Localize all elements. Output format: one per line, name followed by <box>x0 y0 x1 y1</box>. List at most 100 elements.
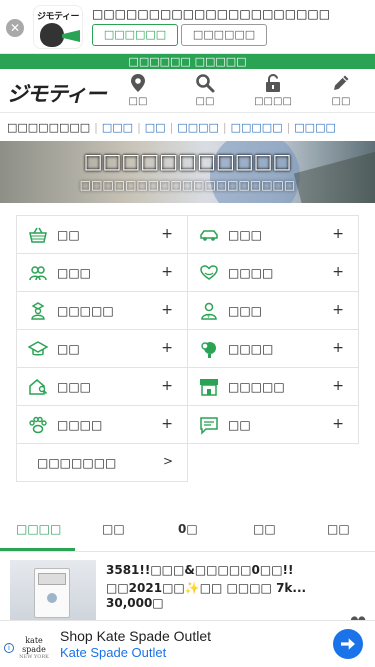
tab-local[interactable]: □□ <box>253 522 276 536</box>
category-item[interactable]: □□□□□ + <box>188 368 359 406</box>
tab-new[interactable]: □□□□ <box>16 522 61 536</box>
listing-title[interactable]: 3581!!□□□&□□□□□0□□!!□□2021□□✨□□ □□□□ 7k.… <box>106 561 366 597</box>
expand-icon[interactable]: + <box>161 416 173 432</box>
washer-dial <box>47 593 57 603</box>
more-categories-button[interactable]: □□□□□□□ > <box>17 444 188 482</box>
listing-tabs: □□□□ □□ 0□ □□ □□ <box>0 514 375 552</box>
open-app-button[interactable]: □□□□□□ <box>181 24 267 46</box>
category-item[interactable]: □□ + <box>17 216 188 254</box>
grid-empty-cell <box>188 444 359 482</box>
category-label: □□□□□ <box>57 304 114 318</box>
ad-brand-sub: NEW YORK <box>19 654 49 660</box>
expand-icon[interactable]: + <box>161 302 173 318</box>
site-logo[interactable]: ジモティー <box>7 78 107 108</box>
ad-subline[interactable]: Kate Spade Outlet <box>60 645 166 660</box>
hero-banner[interactable]: □□□□□□□□□□□ □□□□□□□□□□□□□□□□□□□ <box>0 141 375 203</box>
nav-area[interactable]: □□ <box>118 73 158 107</box>
people-icon <box>29 266 47 281</box>
teacher-icon <box>31 302 45 320</box>
category-item[interactable]: □□□ + <box>188 216 359 254</box>
category-item[interactable]: □□□□□ + <box>17 292 188 330</box>
category-item[interactable]: □□ + <box>188 406 359 444</box>
chevron-right-icon: > <box>162 454 173 468</box>
washer-lid <box>38 573 66 585</box>
ad-banner[interactable]: i kate spade NEW YORK Shop Kate Spade Ou… <box>0 620 375 667</box>
category-strip-first[interactable]: □□□□□□□□ <box>7 121 90 134</box>
category-item[interactable]: □□□□ + <box>188 330 359 368</box>
ad-brand-name: kate spade <box>22 636 46 654</box>
nav-post[interactable]: □□ <box>321 73 361 107</box>
banner-title: □□□□□□□□□□□□□□□□□□□□□ <box>92 7 331 21</box>
tab-recommended[interactable]: □□ <box>327 522 350 536</box>
category-label: □□□□ <box>228 342 274 356</box>
graduation-cap-icon <box>28 341 48 356</box>
notice-bar[interactable]: □□□□□□ □□□□□ <box>0 54 375 69</box>
active-tab-indicator <box>0 548 75 551</box>
basket-icon <box>29 227 47 243</box>
expand-icon[interactable]: + <box>332 302 344 318</box>
listing-item[interactable]: 3581!!□□□&□□□□□0□□!!□□2021□□✨□□ □□□□ 7k.… <box>0 556 375 636</box>
close-icon[interactable]: ✕ <box>6 19 24 37</box>
app-icon-brand: ジモティー <box>37 12 79 22</box>
nav-post-label: □□ <box>331 96 351 107</box>
category-strip-link[interactable]: □□ <box>145 121 166 134</box>
nav-login-label: □□□□ <box>254 96 292 107</box>
category-strip-link[interactable]: □□□□ <box>177 121 219 134</box>
expand-icon[interactable]: + <box>161 264 173 280</box>
ad-info-icon[interactable]: i <box>4 643 14 653</box>
more-categories-label: □□□□□□□ <box>37 456 117 470</box>
category-label: □□□ <box>228 228 263 242</box>
car-icon <box>200 230 218 241</box>
category-label: □□□ <box>228 304 263 318</box>
category-label: □□□□ <box>57 418 103 432</box>
tab-free[interactable]: 0□ <box>178 522 198 536</box>
listing-thumbnail[interactable] <box>10 560 96 620</box>
expand-icon[interactable]: + <box>332 340 344 356</box>
app-icon[interactable]: ジモティー <box>33 5 83 49</box>
search-icon <box>196 74 215 93</box>
arrow-right-icon[interactable] <box>333 629 363 659</box>
pencil-icon <box>334 75 349 90</box>
nav-search[interactable]: □□ <box>185 73 225 107</box>
category-item[interactable]: □□□□ + <box>188 254 359 292</box>
category-strip-link[interactable]: □□□□□ <box>231 121 283 134</box>
house-search-icon <box>29 379 48 395</box>
category-item[interactable]: □□□ + <box>17 254 188 292</box>
expand-icon[interactable]: + <box>161 340 173 356</box>
heart-hands-icon <box>200 265 218 280</box>
expand-icon[interactable]: + <box>161 226 173 242</box>
category-strip-link[interactable]: □□□□ <box>294 121 336 134</box>
worker-icon: ¥ <box>201 302 217 320</box>
install-app-button[interactable]: □□□□□□ <box>92 24 178 46</box>
category-strip-link[interactable]: □□□ <box>102 121 133 134</box>
category-item[interactable]: □□□ + <box>17 368 188 406</box>
expand-icon[interactable]: + <box>332 226 344 242</box>
category-item[interactable]: ¥ □□□ + <box>188 292 359 330</box>
chat-icon <box>200 417 218 435</box>
washing-machine-image <box>34 568 70 618</box>
expand-icon[interactable]: + <box>332 264 344 280</box>
expand-icon[interactable]: + <box>161 378 173 394</box>
category-grid: □□ + □□□ + □□□ + □□□□ + □□□□□ + ¥ □□□ + … <box>16 215 359 482</box>
category-item[interactable]: □□□□ + <box>17 406 188 444</box>
category-item[interactable]: □□ + <box>17 330 188 368</box>
category-label: □□ <box>57 342 80 356</box>
expand-icon[interactable]: + <box>332 378 344 394</box>
unlock-icon <box>266 73 280 92</box>
paw-icon <box>29 416 47 434</box>
shop-icon <box>200 379 218 396</box>
expand-icon[interactable]: + <box>332 416 344 432</box>
category-strip: □□□□□□□□ | □□□ | □□ | □□□□ | □□□□□ | □□□□ <box>7 121 336 134</box>
nav-area-label: □□ <box>128 96 148 107</box>
location-pin-icon <box>131 74 145 92</box>
mascot-icon <box>40 23 64 47</box>
category-label: □□□□□ <box>228 380 285 394</box>
tab-popular[interactable]: □□ <box>102 522 125 536</box>
nav-login[interactable]: □□□□ <box>253 73 293 107</box>
site-header: ジモティー □□ □□ □□□□ □□ <box>0 69 375 113</box>
ad-headline[interactable]: Shop Kate Spade Outlet <box>60 628 211 644</box>
svg-text:¥: ¥ <box>207 314 210 320</box>
category-label: □□ <box>228 418 251 432</box>
hero-title: □□□□□□□□□□□ <box>83 149 292 173</box>
pet-icon <box>201 342 216 358</box>
